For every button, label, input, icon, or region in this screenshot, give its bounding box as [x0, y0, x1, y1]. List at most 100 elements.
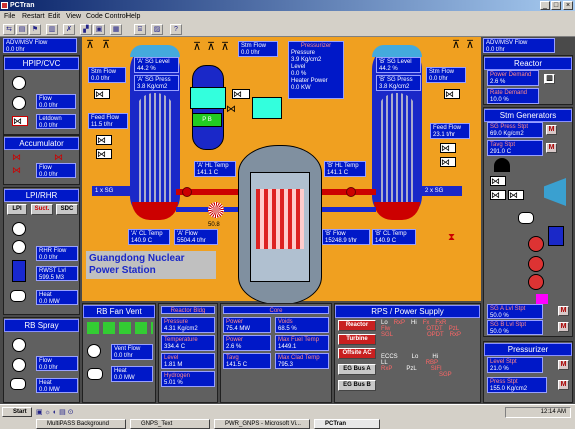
toolbar-button-8[interactable]: ▦	[110, 24, 122, 35]
accumulator-valve-b-icon[interactable]: ⋈	[54, 153, 63, 162]
sg-a-lvl-stpt-label: SG A Lvl Stpt	[490, 306, 526, 312]
rhr-pump-a-icon[interactable]	[12, 222, 26, 236]
turbine-trip-button[interactable]: Turbine	[338, 334, 376, 345]
toolbar-button-7[interactable]: ▣	[93, 24, 105, 35]
sg-press-manual-button[interactable]: M	[546, 125, 557, 135]
spray-pump-b-icon[interactable]	[12, 358, 26, 372]
start-button[interactable]: Start	[2, 407, 32, 417]
vent-fan-icon[interactable]	[87, 344, 101, 358]
pzr-level-manual-button[interactable]: M	[558, 360, 569, 370]
rb-level-box: Level 1.81 M	[161, 353, 215, 369]
turbine-valve-3-icon[interactable]: ⋈	[508, 190, 524, 200]
toolbar-button-9[interactable]: ⌸	[134, 24, 146, 35]
tavg-stpt-box: Tavg Stpt 291.0 C	[487, 140, 543, 156]
aux-feed-icon[interactable]	[536, 294, 548, 304]
msiv-a-icon[interactable]: ⋈	[94, 89, 110, 99]
pzr-valve-icon[interactable]: ⋈	[232, 89, 250, 99]
pzr-press-manual-button[interactable]: M	[558, 380, 569, 390]
feed-isolation-valve-icon[interactable]: ⧗	[448, 233, 455, 243]
feed-flow-b-value: 23.1	[433, 132, 445, 138]
sg-press-stpt-unit: Kg/cm2	[503, 131, 524, 137]
menu-help[interactable]: Help	[126, 11, 140, 22]
safety-valve-b2-icon[interactable]: ⊼	[466, 40, 474, 51]
menu-view[interactable]: View	[66, 11, 81, 22]
core-tavg-box: Tavg 141.5 C	[223, 353, 271, 369]
b-flow-box: 'B' Flow 15248.9 t/hr	[322, 229, 370, 245]
feedwater-pump-b-icon[interactable]	[528, 274, 544, 290]
core-power-pct-label: Power	[226, 337, 244, 343]
feed-valve-a1-icon[interactable]: ⋈	[96, 135, 112, 145]
feed-valve-b1-icon[interactable]: ⋈	[440, 143, 456, 153]
safety-valve-b1-icon[interactable]: ⊼	[452, 40, 460, 51]
help-button[interactable]: ?	[170, 24, 182, 35]
toolbar-button-5[interactable]: ✗	[63, 24, 75, 35]
charging-pump-icon[interactable]	[12, 96, 26, 110]
rcp-a-pump-icon[interactable]	[182, 187, 192, 197]
task-pwr-gnps[interactable]: PWR_GNPS - Microsoft Vi...	[214, 419, 310, 429]
pzr-relief-valve-1-icon[interactable]: ⊼	[193, 42, 201, 53]
tavg-manual-button[interactable]: M	[546, 143, 557, 153]
task-pctran[interactable]: PCTran	[314, 419, 380, 429]
rhr-flow-label: RHR Flow	[39, 248, 67, 254]
rcp-a-icon[interactable]	[208, 202, 224, 218]
eg-bus-b-button[interactable]: EG Bus B	[338, 380, 376, 391]
pzr-relief-valve-3-icon[interactable]: ⊼	[221, 42, 229, 53]
letdown-box: Letdown 0.0 t/hr	[36, 114, 76, 129]
menu-file[interactable]: File	[4, 11, 15, 22]
toolbar-button-3[interactable]: ⚑	[29, 24, 41, 35]
feed-valve-b2-icon[interactable]: ⋈	[440, 157, 456, 167]
menu-code-control[interactable]: Code Control	[86, 11, 127, 22]
rb-pressure-label: Pressure	[164, 319, 189, 325]
sg-b-lvl-manual-button[interactable]: M	[558, 322, 569, 332]
maximize-button[interactable]: □	[551, 1, 561, 10]
menu-edit[interactable]: Edit	[48, 11, 60, 22]
accumulator-valve-a-icon[interactable]: ⋈	[12, 153, 21, 162]
letdown-valve-icon[interactable]: ⋈	[12, 116, 28, 126]
hpip-pump-icon[interactable]	[12, 76, 26, 90]
toolbar-button-10[interactable]: ▨	[151, 24, 163, 35]
stm-flow-top-box: Stm Flow 0.0 t/hr	[238, 41, 278, 57]
toolbar-button-6[interactable]: ▞	[80, 24, 92, 35]
sg-a-lvl-manual-button[interactable]: M	[558, 306, 569, 316]
eccs-grid: ECCS Lo Hi LL RBP RxP PzL SIFI SGP	[381, 354, 479, 378]
lpi-tab[interactable]: LPI	[7, 204, 27, 215]
close-button[interactable]: ×	[563, 1, 573, 10]
condensate-pump-icon[interactable]	[528, 236, 544, 252]
a-hl-temp-unit: C	[213, 170, 219, 176]
suction-tab[interactable]: Suct.	[31, 204, 53, 215]
feedwater-pump-a-icon[interactable]	[528, 256, 544, 272]
window-title: PCTran	[10, 2, 35, 9]
turbine-valve-2-icon[interactable]: ⋈	[490, 190, 506, 200]
rhr-pump-b-icon[interactable]	[12, 240, 26, 254]
fan-units-icon[interactable]	[87, 322, 153, 334]
sg-b-press-unit: Kg/cm2	[389, 84, 410, 90]
reactor-trip-button[interactable]: Reactor	[338, 320, 376, 331]
pzr-spray-valve-icon[interactable]: ⋈	[226, 105, 236, 115]
rcp-b-pump-icon[interactable]	[346, 187, 356, 197]
safety-valve-a2-icon[interactable]: ⊼	[102, 40, 110, 51]
reactor-control-icon[interactable]: ▥	[544, 74, 555, 84]
quick-launch-icons[interactable]: ▣ ☼ ◐ ▤ ⊙	[36, 408, 106, 417]
pzr-relief-valve-2-icon[interactable]: ⊼	[207, 42, 215, 53]
eg-bus-a-button[interactable]: EG Bus A	[338, 364, 376, 375]
task-multipass[interactable]: MultiPASS Background	[36, 419, 126, 429]
toolbar-button-4[interactable]: ▥	[46, 24, 58, 35]
toolbar-button-1[interactable]: ⇆	[3, 24, 15, 35]
minimize-button[interactable]: _	[540, 1, 550, 10]
sg-b-tubes	[378, 93, 416, 203]
spray-pump-a-icon[interactable]	[12, 338, 26, 352]
turbine-valve-1-icon[interactable]: ⋈	[490, 176, 506, 186]
rcp-a-value: 50.8	[208, 222, 220, 228]
safety-valve-a1-icon[interactable]: ⊼	[86, 40, 94, 51]
rb-fan-vent-panel: RB Fan Vent Vent Flow 0.0 t/hr Heat 0.0 …	[82, 303, 156, 403]
offsite-ac-button[interactable]: Offsite AC	[338, 348, 376, 359]
toolbar-button-2[interactable]: ▤	[16, 24, 28, 35]
rate-demand-value: 10.0	[490, 97, 502, 103]
feed-flow-a-value: 11.5	[91, 122, 103, 128]
msiv-b-icon[interactable]: ⋈	[444, 89, 460, 99]
sdc-tab[interactable]: SDC	[56, 204, 78, 215]
task-gnps-text[interactable]: GNPS_Text	[130, 419, 210, 429]
feed-valve-a2-icon[interactable]: ⋈	[96, 149, 112, 159]
accumulator-valve-c-icon[interactable]: ⋈	[12, 166, 21, 175]
menu-restart[interactable]: Restart	[22, 11, 45, 22]
